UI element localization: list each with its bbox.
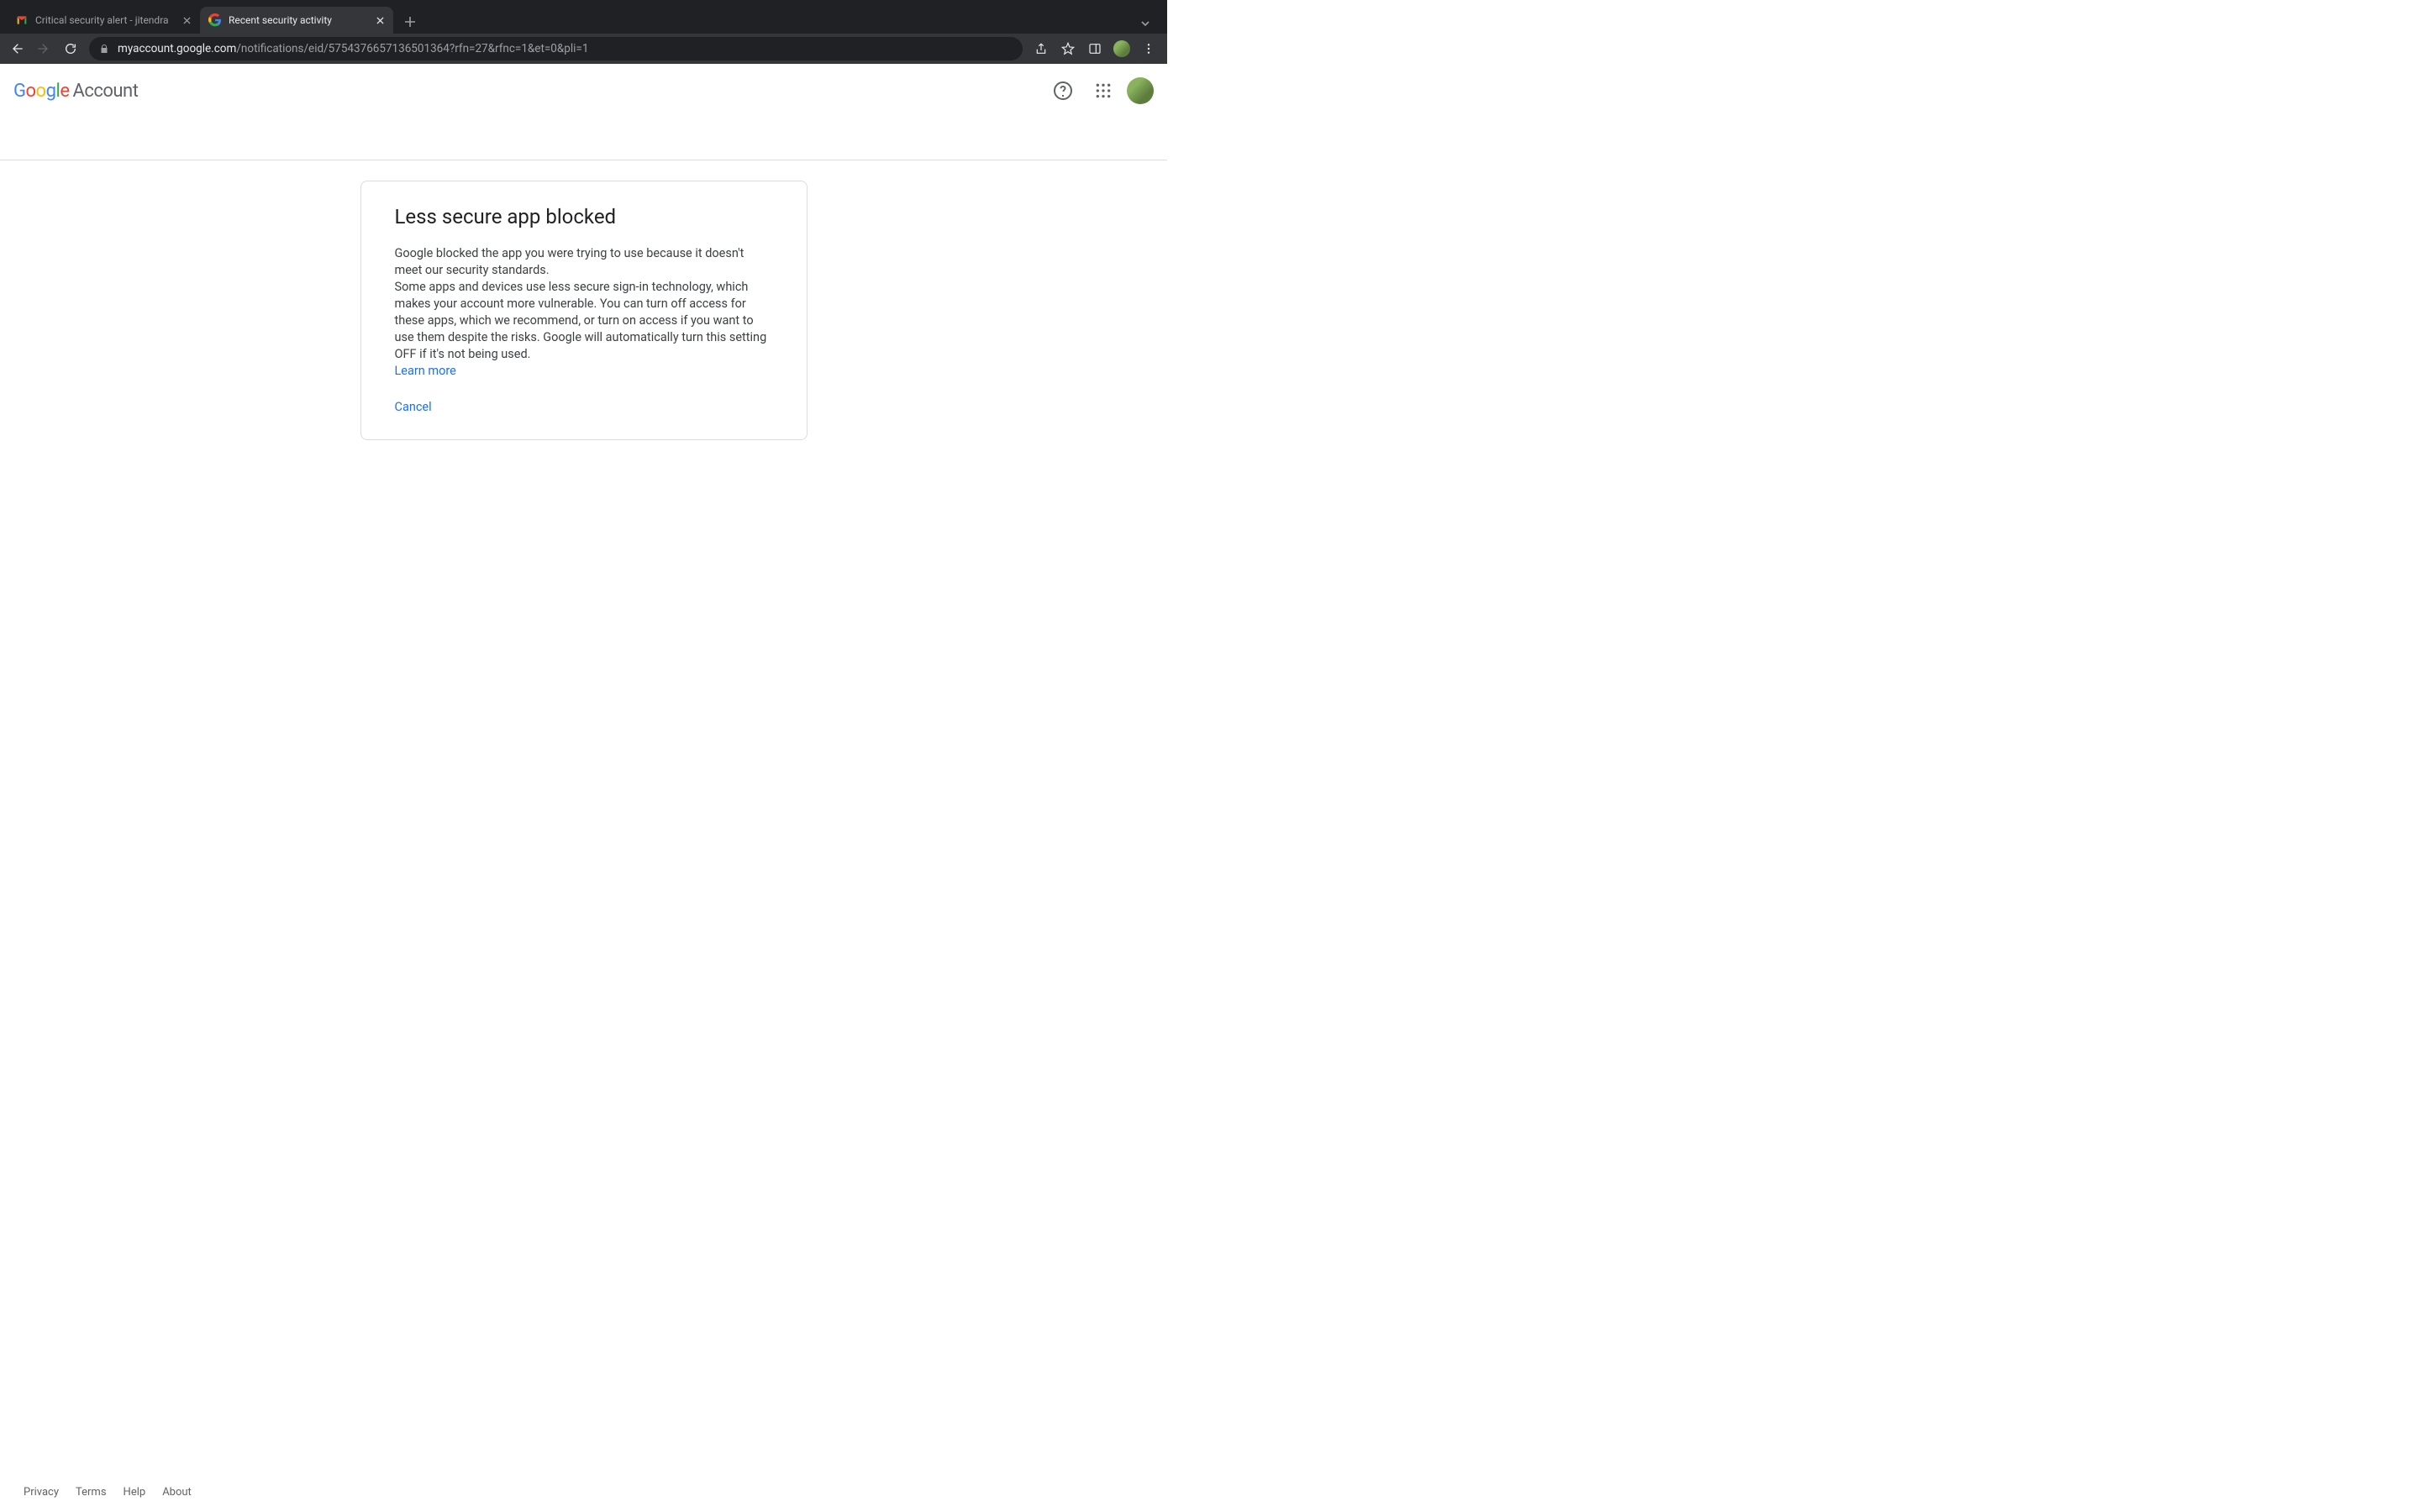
tab-title: Recent security activity xyxy=(229,14,366,26)
tab-overflow xyxy=(1135,13,1160,34)
apps-grid-icon[interactable] xyxy=(1086,74,1120,108)
chevron-down-icon[interactable] xyxy=(1135,13,1155,34)
tab-gmail[interactable]: Critical security alert - jitendra xyxy=(7,7,200,34)
side-panel-icon[interactable] xyxy=(1083,37,1107,60)
gmail-icon xyxy=(15,13,29,27)
bookmark-icon[interactable] xyxy=(1056,37,1080,60)
page-content: Google Account Less secure app blocked G… xyxy=(0,64,1167,729)
google-account-logo[interactable]: Google Account xyxy=(13,81,138,102)
main-area: Less secure app blocked Google blocked t… xyxy=(0,160,1167,440)
card-paragraph-1: Google blocked the app you were trying t… xyxy=(395,246,744,277)
security-card: Less secure app blocked Google blocked t… xyxy=(360,181,808,440)
account-avatar[interactable] xyxy=(1127,77,1154,104)
tab-bar: Critical security alert - jitendra Recen… xyxy=(0,0,1167,34)
browser-chrome: Critical security alert - jitendra Recen… xyxy=(0,0,1167,64)
forward-button[interactable] xyxy=(32,37,55,60)
close-icon[interactable] xyxy=(180,13,193,27)
account-word: Account xyxy=(72,81,138,102)
back-button[interactable] xyxy=(5,37,29,60)
learn-more-link[interactable]: Learn more xyxy=(395,364,456,378)
tab-google-account[interactable]: Recent security activity xyxy=(200,7,393,34)
cancel-link[interactable]: Cancel xyxy=(395,400,432,414)
close-icon[interactable] xyxy=(373,13,387,27)
new-tab-button[interactable] xyxy=(398,10,422,34)
card-title: Less secure app blocked xyxy=(395,205,773,228)
url-path: /notifications/eid/5754376657136501364?r… xyxy=(236,42,588,55)
kebab-menu-icon[interactable] xyxy=(1137,37,1160,60)
tab-title: Critical security alert - jitendra xyxy=(35,14,173,26)
address-bar[interactable]: myaccount.google.com/notifications/eid/5… xyxy=(89,37,1023,60)
reload-button[interactable] xyxy=(59,37,82,60)
profile-avatar-icon[interactable] xyxy=(1110,37,1134,60)
app-header: Google Account xyxy=(0,64,1167,118)
url-domain: myaccount.google.com xyxy=(118,42,236,55)
card-body: Google blocked the app you were trying t… xyxy=(395,245,773,380)
toolbar: myaccount.google.com/notifications/eid/5… xyxy=(0,34,1167,64)
google-icon xyxy=(208,13,222,27)
lock-icon xyxy=(99,44,109,54)
share-icon[interactable] xyxy=(1029,37,1053,60)
help-icon[interactable] xyxy=(1046,74,1080,108)
card-paragraph-2: Some apps and devices use less secure si… xyxy=(395,280,767,361)
